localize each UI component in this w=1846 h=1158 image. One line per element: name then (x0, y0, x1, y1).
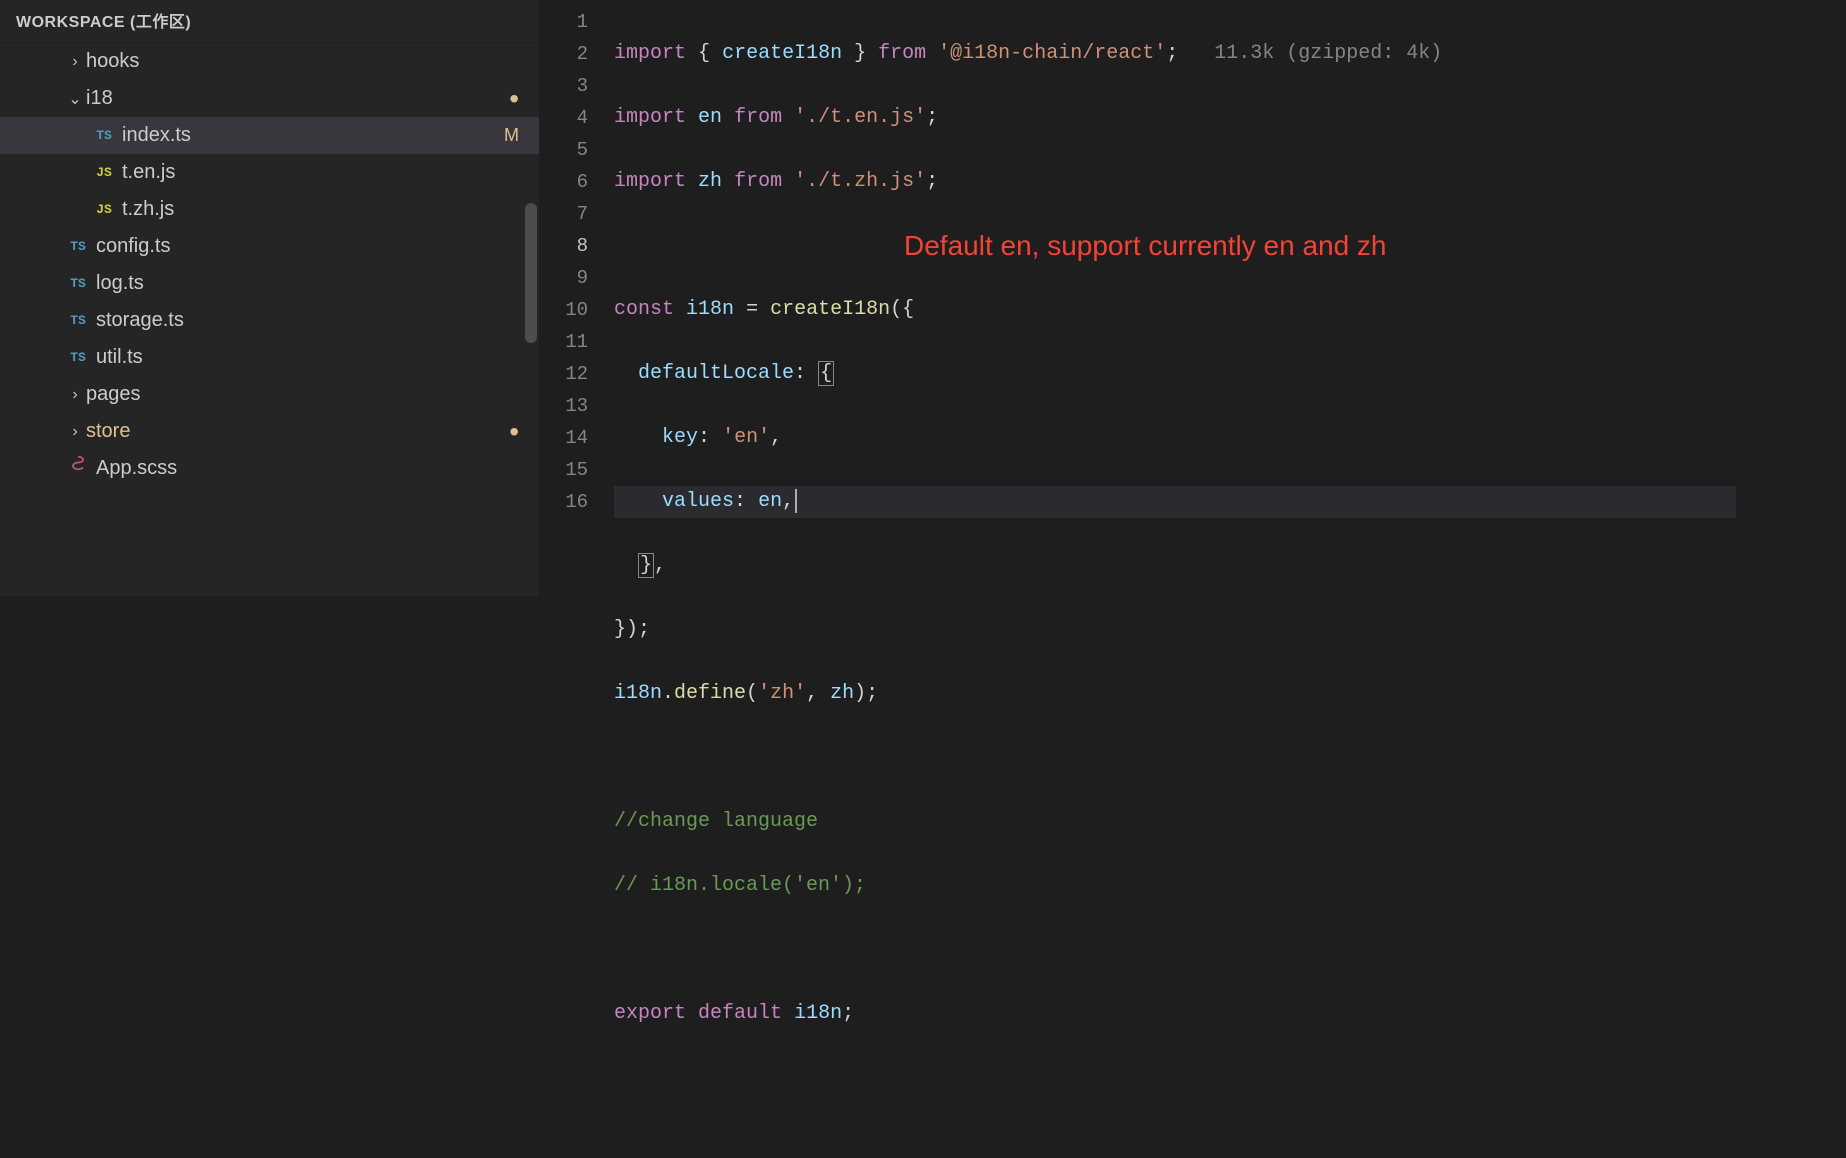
line-number: 9 (540, 262, 588, 294)
code-editor[interactable]: 1 2 3 4 5 6 7 8 9 10 11 12 13 14 15 16 i… (540, 0, 1846, 596)
folder-store[interactable]: › store • (0, 413, 539, 450)
explorer-sidebar: WORKSPACE (工作区) › hooks ⌄ i18 • TS index… (0, 0, 540, 596)
file-label: index.ts (122, 124, 504, 147)
code-line[interactable]: }, (614, 550, 1736, 582)
line-number: 5 (540, 134, 588, 166)
line-number: 14 (540, 422, 588, 454)
scss-icon (60, 455, 96, 482)
user-annotation: Default en, support currently en and zh (904, 228, 1424, 264)
js-icon: JS (86, 202, 122, 217)
code-line[interactable]: const i18n = createI18n({ (614, 294, 1736, 326)
file-log-ts[interactable]: TS log.ts (0, 265, 539, 302)
ts-icon: TS (60, 313, 96, 328)
line-number: 6 (540, 166, 588, 198)
ts-icon: TS (60, 350, 96, 365)
line-number: 10 (540, 294, 588, 326)
file-label: App.scss (96, 457, 539, 480)
code-line[interactable]: import { createI18n } from '@i18n-chain/… (614, 38, 1736, 70)
folder-hooks[interactable]: › hooks (0, 43, 539, 80)
file-app-scss[interactable]: App.scss (0, 450, 539, 487)
file-label: util.ts (96, 346, 539, 369)
workspace-header[interactable]: WORKSPACE (工作区) (0, 0, 539, 43)
file-t-zh-js[interactable]: JS t.zh.js (0, 191, 539, 228)
folder-label: hooks (86, 50, 539, 73)
import-cost-hint: 11.3k (gzipped: 4k) (1214, 42, 1442, 65)
line-number: 7 (540, 198, 588, 230)
chevron-right-icon: › (64, 386, 86, 404)
text-cursor (795, 489, 797, 513)
code-line[interactable]: export default i18n; (614, 998, 1736, 1030)
code-line[interactable]: // i18n.locale('en'); (614, 870, 1736, 902)
file-index-ts[interactable]: TS index.ts M (0, 117, 539, 154)
code-line[interactable]: i18n.define('zh', zh); (614, 678, 1736, 710)
minimap[interactable] (1736, 0, 1846, 596)
file-label: log.ts (96, 272, 539, 295)
file-t-en-js[interactable]: JS t.en.js (0, 154, 539, 191)
ts-icon: TS (86, 128, 122, 143)
file-storage-ts[interactable]: TS storage.ts (0, 302, 539, 339)
code-line[interactable]: import en from './t.en.js'; (614, 102, 1736, 134)
folder-i18[interactable]: ⌄ i18 • (0, 80, 539, 117)
line-number: 11 (540, 326, 588, 358)
line-number: 8 (540, 230, 588, 262)
code-area[interactable]: import { createI18n } from '@i18n-chain/… (614, 0, 1736, 596)
folder-label: i18 (86, 87, 509, 110)
file-label: t.zh.js (122, 198, 539, 221)
code-line[interactable]: defaultLocale: { (614, 358, 1736, 390)
file-label: config.ts (96, 235, 539, 258)
line-number: 2 (540, 38, 588, 70)
code-line[interactable]: import zh from './t.zh.js'; (614, 166, 1736, 198)
chevron-down-icon: ⌄ (64, 89, 86, 109)
chevron-right-icon: › (64, 53, 86, 71)
line-number: 4 (540, 102, 588, 134)
line-number: 3 (540, 70, 588, 102)
code-line[interactable] (614, 742, 1736, 774)
code-line[interactable]: key: 'en', (614, 422, 1736, 454)
code-line[interactable]: //change language (614, 806, 1736, 838)
line-number-gutter: 1 2 3 4 5 6 7 8 9 10 11 12 13 14 15 16 (540, 0, 614, 596)
tree-scrollbar[interactable] (525, 203, 537, 343)
ts-icon: TS (60, 276, 96, 291)
file-tree: › hooks ⌄ i18 • TS index.ts M JS t.en.js… (0, 43, 539, 596)
folder-label: store (86, 420, 509, 443)
folder-pages[interactable]: › pages (0, 376, 539, 413)
ts-icon: TS (60, 239, 96, 254)
code-line[interactable]: }); (614, 614, 1736, 646)
folder-label: pages (86, 383, 539, 406)
line-number: 15 (540, 454, 588, 486)
file-label: t.en.js (122, 161, 539, 184)
line-number: 16 (540, 486, 588, 518)
js-icon: JS (86, 165, 122, 180)
line-number: 13 (540, 390, 588, 422)
chevron-right-icon: › (64, 423, 86, 441)
code-line[interactable]: values: en, (614, 486, 1736, 518)
line-number: 12 (540, 358, 588, 390)
modified-badge: M (504, 125, 539, 146)
file-config-ts[interactable]: TS config.ts (0, 228, 539, 265)
file-label: storage.ts (96, 309, 539, 332)
code-line[interactable] (614, 934, 1736, 966)
line-number: 1 (540, 6, 588, 38)
file-util-ts[interactable]: TS util.ts (0, 339, 539, 376)
